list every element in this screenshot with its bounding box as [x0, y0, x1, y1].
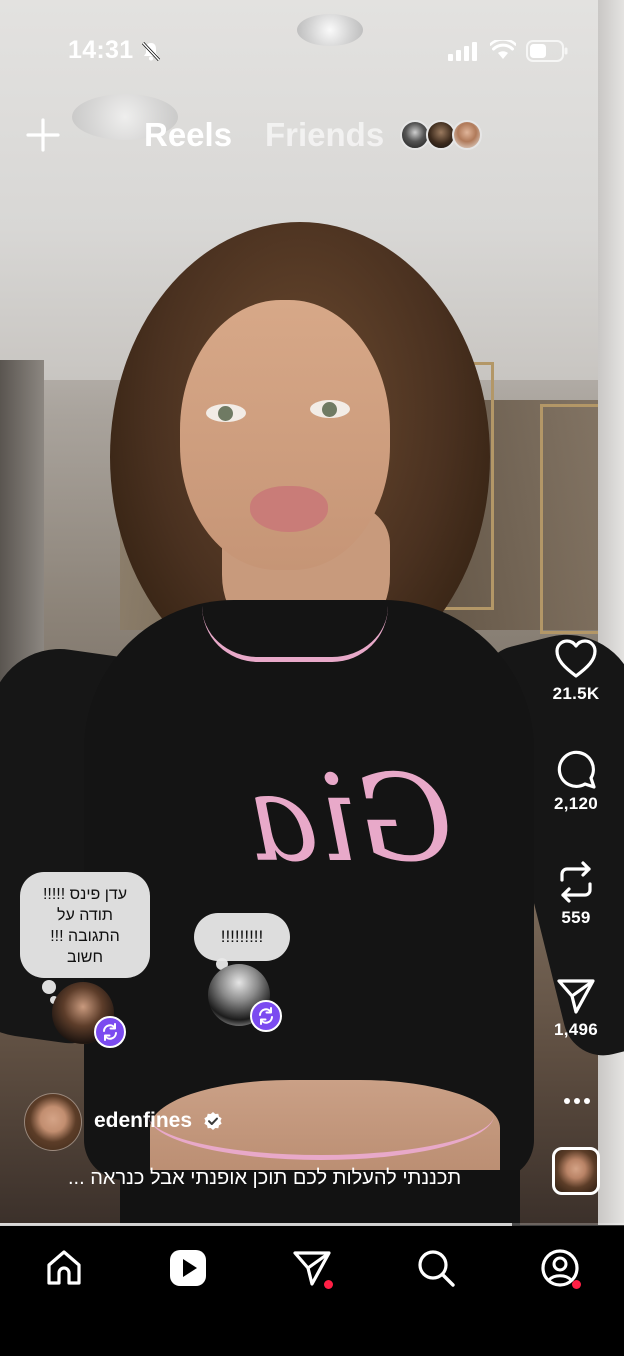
comment-line: עדן פינס !!!!!: [42, 886, 128, 903]
nav-messages[interactable]: [290, 1246, 334, 1290]
lips: [250, 486, 328, 532]
left-eye: [206, 404, 246, 422]
create-plus-icon[interactable]: [26, 118, 60, 152]
notification-dot: [324, 1280, 333, 1289]
shirt-logo: Gia: [247, 750, 453, 889]
search-icon: [418, 1250, 455, 1287]
comment-bubble[interactable]: עדן פינס !!!!! תודה על התגובה !!! חשוב: [20, 872, 150, 978]
nav-profile[interactable]: [538, 1246, 582, 1290]
reels-icon: [170, 1250, 206, 1286]
like-count: 21.5K: [552, 684, 600, 703]
wifi-icon: [490, 40, 516, 59]
ceiling-light: [297, 14, 363, 46]
battery-icon: [526, 40, 568, 62]
svg-text:Gia: Gia: [247, 750, 453, 889]
verified-badge-icon: [204, 1112, 222, 1130]
share-count: 1,496: [553, 1020, 599, 1039]
right-eye: [310, 400, 350, 418]
shirt-hem: [148, 1070, 494, 1160]
comment-count: 2,120: [553, 794, 599, 813]
bell-muted-icon: [141, 41, 161, 62]
home-icon: [47, 1250, 81, 1285]
repost-button[interactable]: 559: [545, 860, 607, 928]
author-avatar[interactable]: [24, 1093, 82, 1151]
like-button[interactable]: 21.5K: [545, 638, 607, 704]
post-caption[interactable]: תכננתי להעלות לכם תוכן אופנתי אבל כנראה …: [68, 1167, 498, 1190]
shirt-collar: [202, 606, 388, 662]
repost-icon: [103, 1023, 117, 1041]
comment-line: חשוב: [67, 949, 103, 966]
share-button[interactable]: 1,496: [545, 976, 607, 1040]
tab-reels[interactable]: Reels: [144, 116, 232, 154]
bubble-tail: [42, 980, 56, 994]
repost-badge: [94, 1016, 126, 1048]
repost-badge: [250, 1000, 282, 1032]
cellular-signal-icon: [448, 42, 477, 61]
notification-dot: [572, 1280, 581, 1289]
friend-avatar: [452, 120, 482, 150]
audio-track-thumbnail[interactable]: [552, 1147, 600, 1195]
nav-reels[interactable]: [166, 1246, 210, 1290]
comment-icon: [557, 750, 596, 789]
repost-icon: [560, 861, 592, 903]
bottom-nav: [0, 1226, 624, 1356]
repost-icon: [259, 1007, 273, 1025]
nav-search[interactable]: [414, 1246, 458, 1290]
nav-home[interactable]: [42, 1246, 86, 1290]
closet-frame: [540, 404, 602, 634]
author-username[interactable]: edenfines: [94, 1109, 192, 1133]
comment-line: תודה על: [57, 907, 113, 924]
send-icon: [557, 979, 595, 1014]
comment-line: התגובה !!!: [50, 928, 120, 945]
comment-bubble[interactable]: !!!!!!!!!: [194, 913, 290, 961]
more-options-icon[interactable]: [562, 1096, 592, 1106]
comment-button[interactable]: 2,120: [545, 748, 607, 814]
repost-count: 559: [561, 908, 591, 927]
heart-icon: [555, 639, 597, 678]
tab-friends[interactable]: Friends: [265, 116, 384, 154]
status-time: 14:31: [68, 36, 134, 64]
